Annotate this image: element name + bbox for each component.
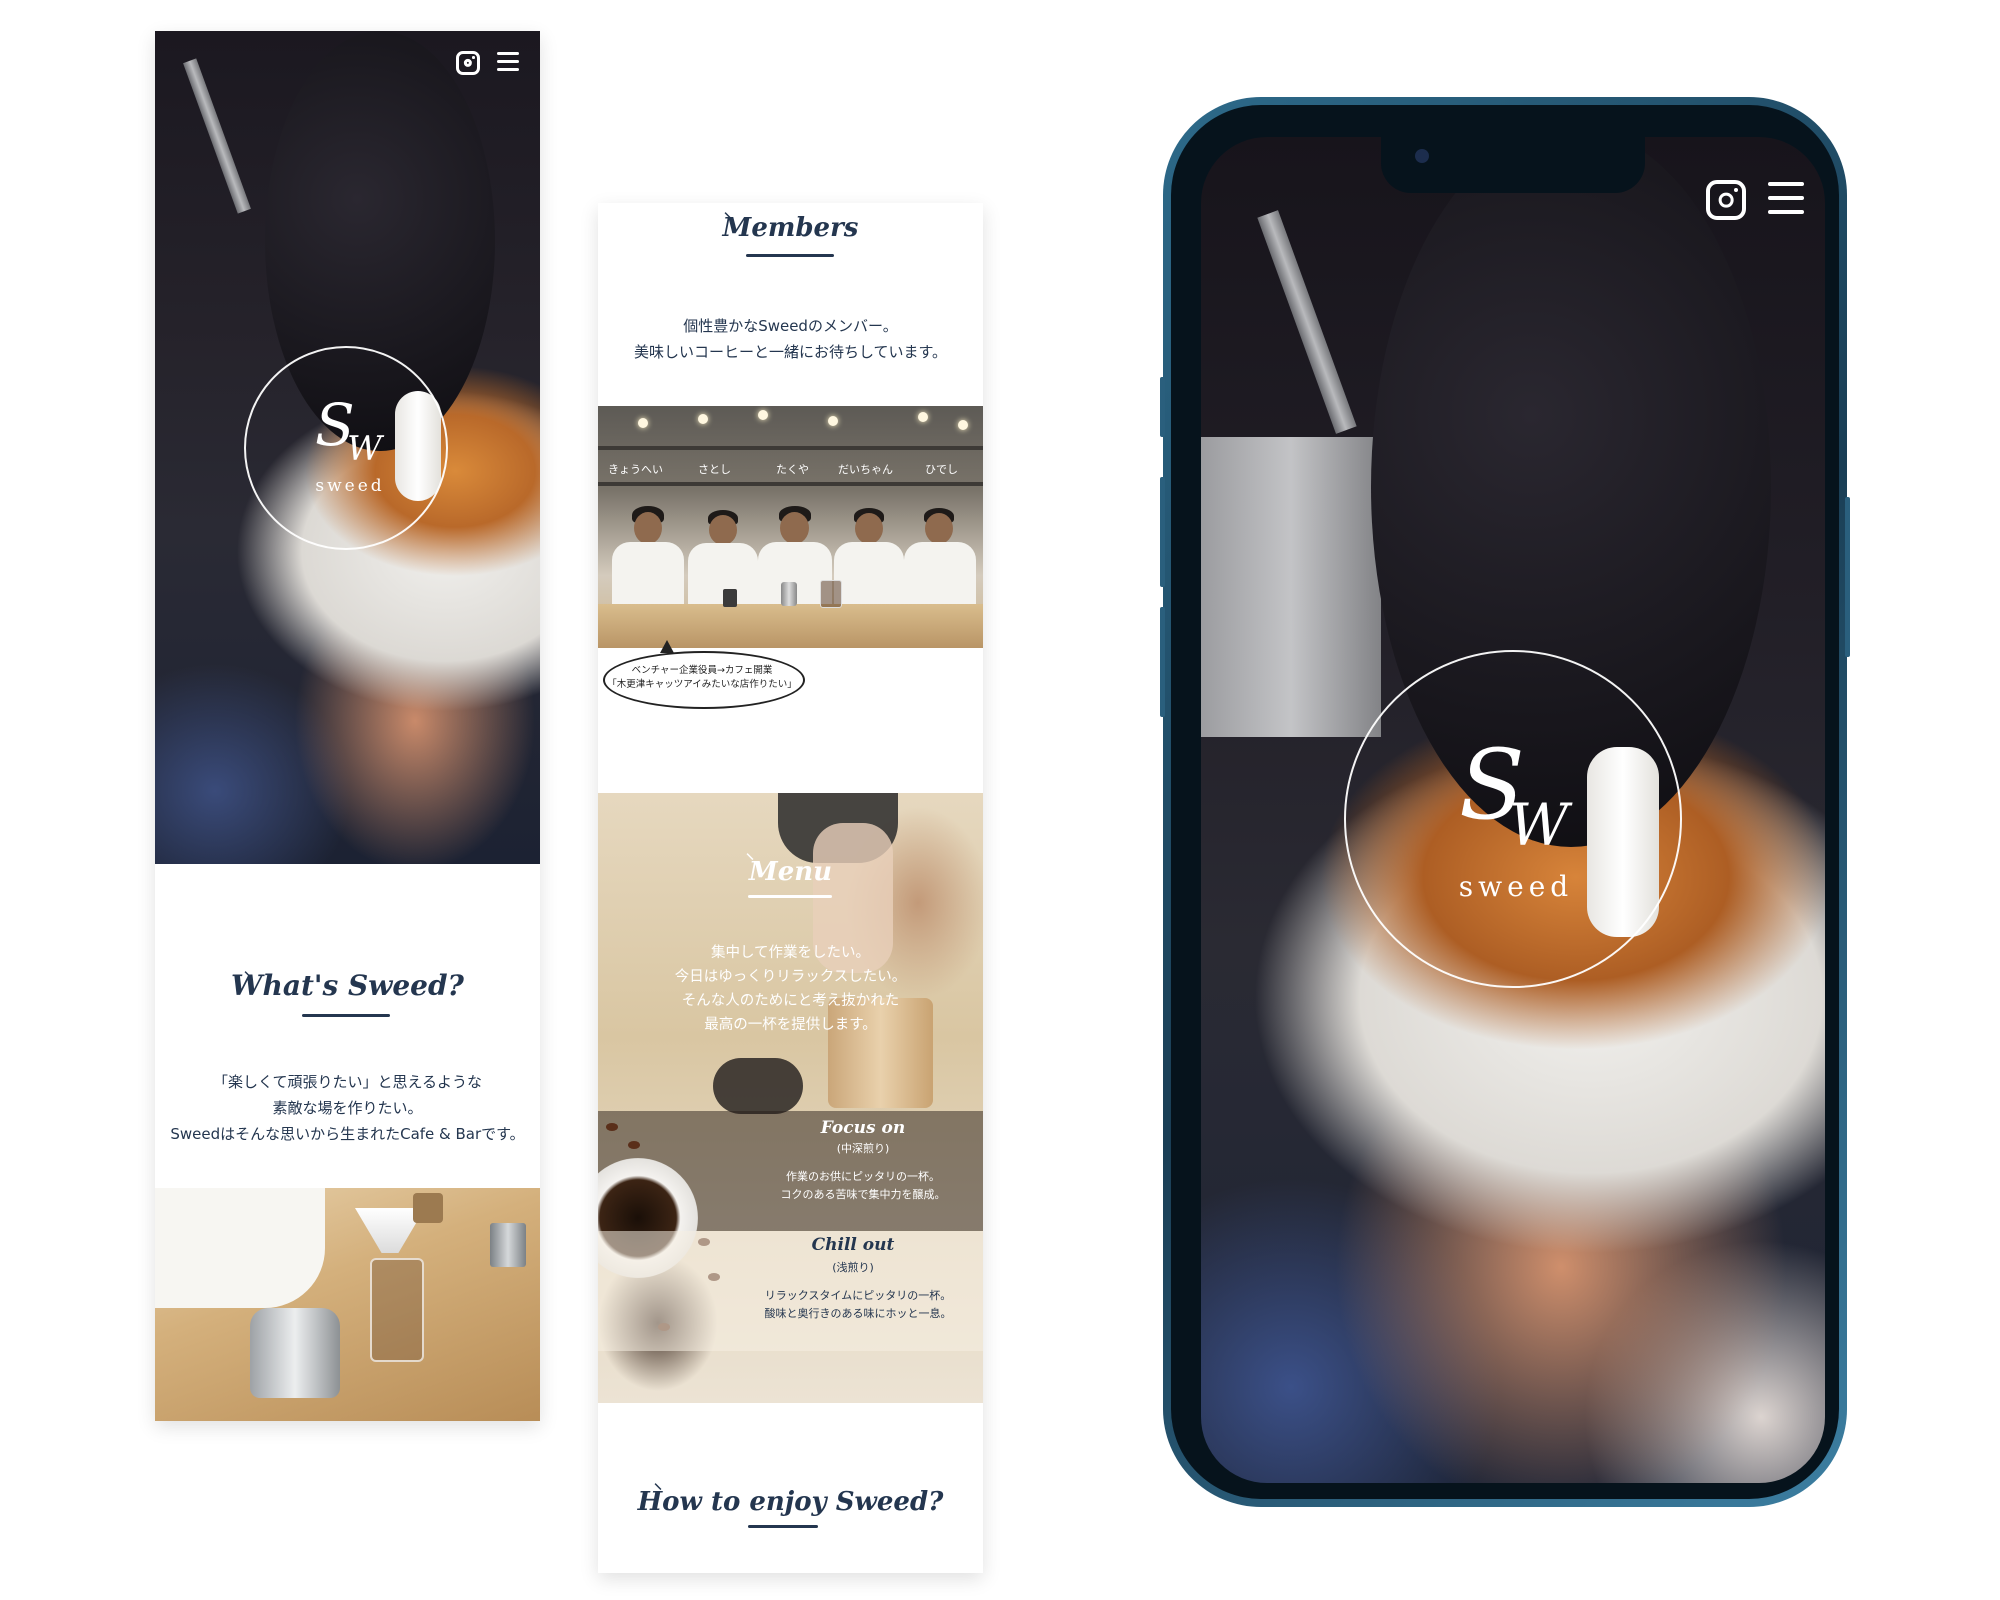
logo-wordmark: sweed: [315, 476, 385, 496]
how-title: How to enjoy Sweed?: [637, 1487, 944, 1517]
pendant-light: [698, 414, 708, 424]
shirt-sleeve: [155, 1188, 325, 1308]
counter-carafe: [820, 580, 842, 608]
focus-line-2: コクのある苦味で集中力を醸成。: [780, 1188, 946, 1201]
pendant-light: [918, 412, 928, 422]
whats-line-2: 素敵な場を作りたい。: [272, 1099, 423, 1117]
title-underline: [748, 895, 832, 898]
instagram-icon[interactable]: [456, 51, 480, 75]
pendant-light: [638, 418, 648, 428]
members-title: Members: [722, 213, 859, 243]
mobile-screen-top: S W sweed ⸌ What's Sweed? 「楽しくて頑張りたい」と思え…: [155, 31, 540, 1421]
menu-line-1: 集中して作業をしたい。: [710, 945, 871, 961]
menu-title: Menu: [748, 857, 833, 887]
carafe: [370, 1258, 424, 1362]
side-button: [1160, 607, 1165, 717]
menu-line-4: 最高の一杯を提供します。: [704, 1017, 877, 1033]
title-underline: [748, 1525, 818, 1528]
chill-line-2: 酸味と奥行きのある味にホッと一息。: [764, 1307, 952, 1320]
steam-wand: [183, 58, 251, 214]
member-name-4: だいちゃん: [838, 463, 893, 476]
phone-mockup: S W sweed: [1160, 97, 1850, 1507]
focus-roast: (中深煎り): [836, 1142, 890, 1155]
members-line-1: 個性豊かなSweedのメンバー。: [683, 317, 898, 335]
hamburger-menu-icon[interactable]: [1768, 182, 1804, 216]
logo-w: W: [347, 429, 382, 469]
coffee-bean: [628, 1141, 640, 1149]
counter-cup: [723, 589, 737, 607]
coffee-bean: [606, 1123, 618, 1131]
shelf: [598, 482, 983, 486]
title-underline: [746, 254, 834, 257]
bubble-line-1: ベンチャー企業役員→カフェ開業: [631, 665, 773, 676]
whats-line-1: 「楽しくて頑張りたい」と思えるような: [212, 1073, 483, 1091]
instagram-icon[interactable]: [1706, 180, 1746, 220]
grinder: [413, 1193, 443, 1223]
chill-line-1: リラックスタイムにピッタリの一杯。: [764, 1289, 952, 1302]
hamburger-menu-icon[interactable]: [497, 52, 519, 72]
chill-roast: (浅煎り): [832, 1261, 874, 1274]
counter-kettle: [781, 582, 797, 606]
pendant-light: [758, 410, 768, 420]
focus-line-1: 作業のお供にピッタリの一杯。: [786, 1170, 940, 1183]
member-name-1: きょうへい: [608, 463, 663, 476]
members-line-2: 美味しいコーヒーと一緒にお待ちしています。: [633, 343, 948, 361]
menu-line-3: そんな人のためにと考え抜かれた: [681, 993, 900, 1009]
kettle: [250, 1308, 340, 1398]
menu-line-2: 今日はゆっくりリラックスしたい。: [674, 969, 907, 985]
mobile-screen-middle: ⸌ Members 個性豊かなSweedのメンバー。 美味しいコーヒーと一緒にお…: [598, 203, 983, 1573]
phone-notch: [1381, 137, 1645, 193]
menu-section: ⸌ Menu 集中して作業をしたい。 今日はゆっくりリラックスしたい。 そんな人…: [598, 793, 983, 1403]
hero-latte-image: S W sweed: [155, 31, 540, 864]
pendant-light: [828, 416, 838, 426]
logo-w: W: [1509, 791, 1569, 859]
camera-icon: [1415, 149, 1429, 163]
pendant-light: [958, 420, 968, 430]
member-name-5: ひでし: [925, 463, 958, 476]
cup: [490, 1223, 526, 1267]
phone-screen-hero: S W sweed: [1201, 137, 1825, 1483]
speech-bubble-tail: [660, 640, 674, 653]
bubble-line-2: 「木更津キャッツアイみたいな店作りたい」: [607, 679, 797, 690]
counter: [598, 604, 983, 648]
shelf: [598, 446, 983, 450]
side-button: [1845, 497, 1850, 657]
member-name-3: たくや: [776, 463, 809, 476]
title-underline: [302, 1014, 390, 1017]
hand-grinder: [713, 1058, 803, 1114]
chill-title: Chill out: [811, 1235, 895, 1255]
logo-wordmark: sweed: [1458, 870, 1574, 903]
side-button: [1160, 477, 1165, 587]
phone-bezel: S W sweed: [1171, 105, 1839, 1499]
members-group-photo: きょうへい さとし たくや だいちゃん ひでし: [598, 406, 983, 648]
side-button: [1160, 377, 1165, 437]
steam-wand: [1257, 210, 1357, 434]
whats-sweed-title: What's Sweed?: [231, 969, 464, 1002]
member-name-2: さとし: [698, 463, 731, 476]
machine: [1201, 437, 1381, 737]
focus-title: Focus on: [820, 1118, 906, 1138]
pour-over-photo: [155, 1188, 540, 1421]
whats-line-3: Sweedはそんな思いから生まれたCafe & Barです。: [170, 1125, 525, 1143]
